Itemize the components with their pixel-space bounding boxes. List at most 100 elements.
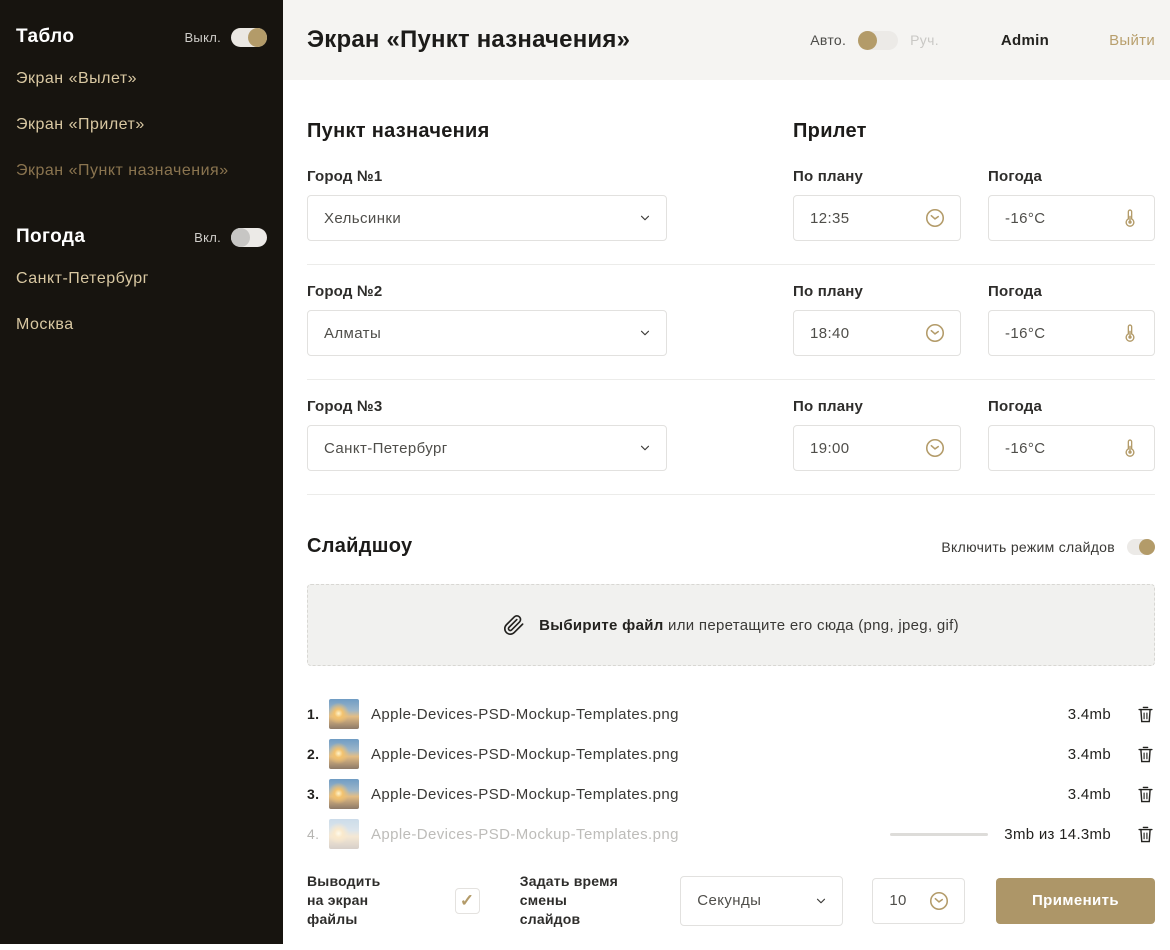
thermometer-icon [1120, 323, 1140, 343]
sidebar-item-departure-screen[interactable]: Экран «Вылет» [16, 56, 267, 102]
file-size: 3.4mb [1068, 706, 1111, 723]
time-input[interactable] [810, 325, 924, 342]
chevron-down-icon [814, 894, 828, 908]
trash-icon [1137, 825, 1154, 844]
sidebar: Табло Выкл. Экран «Вылет» Экран «Прилет»… [0, 0, 283, 944]
city-select-value: Хельсинки [324, 210, 638, 227]
weather-toggle-knob [231, 228, 250, 247]
thermometer-icon [1120, 438, 1140, 458]
trash-icon [1137, 745, 1154, 764]
file-row-uploading: 4. Apple-Devices-PSD-Mockup-Templates.pn… [307, 814, 1155, 854]
file-name: Apple-Devices-PSD-Mockup-Templates.png [371, 706, 1052, 723]
user-name: Admin [1001, 32, 1049, 49]
sidebar-item-arrival-screen[interactable]: Экран «Прилет» [16, 102, 267, 148]
delete-file-button[interactable] [1137, 744, 1155, 764]
clock-icon [928, 890, 950, 912]
temp-input[interactable] [1005, 440, 1120, 457]
temp-input[interactable] [1005, 325, 1120, 342]
interval-value-input[interactable] [889, 892, 928, 909]
upload-drag-hint-text: или перетащите его сюда (png, jpeg, gif) [664, 617, 959, 634]
board-toggle-knob [248, 28, 267, 47]
trash-icon [1137, 705, 1154, 724]
delete-file-button[interactable] [1137, 824, 1155, 844]
apply-button[interactable]: Применить [996, 878, 1155, 924]
board-toggle-label: Выкл. [184, 30, 221, 45]
file-row: 2. Apple-Devices-PSD-Mockup-Templates.pn… [307, 734, 1155, 774]
slide-interval-label: Задать время смены слайдов [520, 872, 665, 929]
city-row-2: Город №2 Алматы По плану Пого [307, 283, 1155, 380]
header: Экран «Пункт назначения» Авто. Руч. Admi… [283, 0, 1170, 80]
city-select-value: Алматы [324, 325, 638, 342]
city-label: Город №1 [307, 168, 667, 185]
time-input[interactable] [810, 210, 924, 227]
upload-dropzone[interactable]: Выбирите файл или перетащите его сюда (p… [307, 584, 1155, 666]
interval-unit-select[interactable]: Секунды [680, 876, 843, 926]
weather-toggle[interactable] [231, 228, 267, 247]
file-name: Apple-Devices-PSD-Mockup-Templates.png [371, 746, 1052, 763]
page-title: Экран «Пункт назначения» [307, 26, 810, 54]
clock-icon [924, 322, 946, 344]
destination-section-title: Пункт назначения [307, 120, 793, 143]
display-files-label: Выводить на экран файлы [307, 872, 419, 929]
display-files-checkbox[interactable]: ✓ [455, 888, 480, 914]
file-thumbnail [329, 699, 359, 729]
clock-icon [924, 207, 946, 229]
file-number: 2. [307, 746, 329, 762]
sidebar-section-title-board: Табло [16, 26, 74, 48]
slideshow-section-title: Слайдшоу [307, 535, 941, 558]
city-select-value: Санкт-Петербург [324, 440, 638, 457]
city-row-1: Город №1 Хельсинки По плану П [307, 168, 1155, 265]
file-size: 3.4mb [1068, 746, 1111, 763]
auto-mode-label: Авто. [810, 32, 846, 48]
sidebar-item-saint-petersburg[interactable]: Санкт-Петербург [16, 256, 267, 302]
file-row: 1. Apple-Devices-PSD-Mockup-Templates.pn… [307, 694, 1155, 734]
interval-unit-value: Секунды [697, 892, 814, 909]
slideshow-toggle[interactable] [1127, 539, 1155, 555]
board-toggle[interactable] [231, 28, 267, 47]
weather-toggle-label: Вкл. [194, 230, 221, 245]
city-select[interactable]: Санкт-Петербург [307, 425, 667, 471]
time-field [793, 310, 961, 356]
paperclip-icon [503, 614, 525, 636]
temp-input[interactable] [1005, 210, 1120, 227]
delete-file-button[interactable] [1137, 704, 1155, 724]
weather-label: Погода [988, 398, 1155, 415]
file-row: 3. Apple-Devices-PSD-Mockup-Templates.pn… [307, 774, 1155, 814]
logout-link[interactable]: Выйти [1109, 32, 1155, 49]
auto-manual-toggle-knob [858, 31, 877, 50]
city-row-3: Город №3 Санкт-Петербург По плану [307, 398, 1155, 495]
plan-label: По плану [793, 398, 961, 415]
file-size: 3mb из 14.3mb [1004, 826, 1111, 843]
temp-field [988, 310, 1155, 356]
weather-label: Погода [988, 283, 1155, 300]
upload-progress [890, 833, 988, 836]
file-thumbnail [329, 779, 359, 809]
city-label: Город №3 [307, 398, 667, 415]
file-size: 3.4mb [1068, 786, 1111, 803]
plan-label: По плану [793, 168, 961, 185]
sidebar-item-moscow[interactable]: Москва [16, 302, 267, 348]
file-thumbnail [329, 739, 359, 769]
trash-icon [1137, 785, 1154, 804]
city-label: Город №2 [307, 283, 667, 300]
chevron-down-icon [638, 326, 652, 340]
thermometer-icon [1120, 208, 1140, 228]
file-name: Apple-Devices-PSD-Mockup-Templates.png [371, 786, 1052, 803]
temp-field [988, 195, 1155, 241]
auto-manual-toggle[interactable] [858, 31, 898, 50]
file-number: 4. [307, 826, 329, 842]
clock-icon [924, 437, 946, 459]
plan-label: По плану [793, 283, 961, 300]
delete-file-button[interactable] [1137, 784, 1155, 804]
time-field [793, 425, 961, 471]
chevron-down-icon [638, 441, 652, 455]
manual-mode-label: Руч. [910, 32, 939, 48]
time-field [793, 195, 961, 241]
city-select[interactable]: Алматы [307, 310, 667, 356]
time-input[interactable] [810, 440, 924, 457]
sidebar-item-destination-screen[interactable]: Экран «Пункт назначения» [16, 148, 267, 194]
city-select[interactable]: Хельсинки [307, 195, 667, 241]
file-list: 1. Apple-Devices-PSD-Mockup-Templates.pn… [307, 694, 1155, 854]
temp-field [988, 425, 1155, 471]
slideshow-toggle-knob [1139, 539, 1155, 555]
